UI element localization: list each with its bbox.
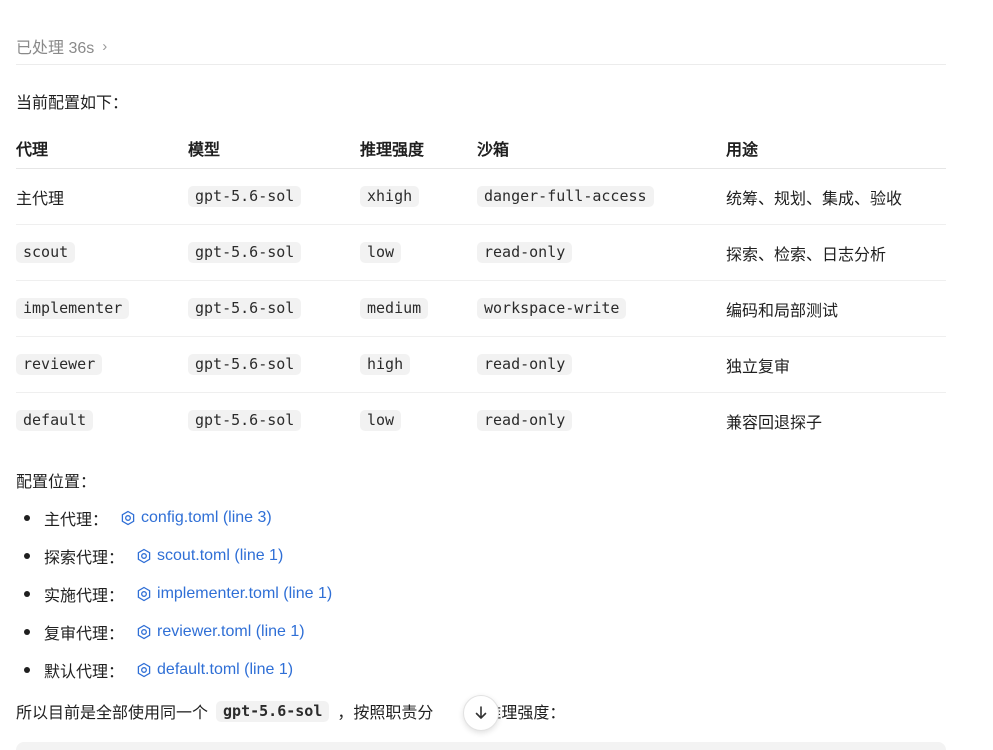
config-list: 主代理： config.toml (line 3) 探索代理： scout.to…	[16, 499, 716, 689]
summary-before: 所以目前是全部使用同一个	[16, 705, 209, 722]
usage-text: 探索、检索、日志分析	[726, 246, 887, 264]
chevron-right-icon: ›	[102, 37, 108, 55]
config-link-text: implementer.toml (line 1)	[157, 585, 333, 602]
sandbox-code: read-only	[477, 354, 573, 375]
effort-code: high	[360, 354, 411, 375]
header-usage: 用途	[726, 142, 759, 159]
bullet-icon	[24, 515, 30, 521]
usage-text: 独立复审	[726, 358, 791, 376]
gear-icon	[121, 510, 135, 526]
processed-label: 已处理 36s	[16, 40, 95, 57]
config-link-text: default.toml (line 1)	[157, 661, 294, 678]
config-heading: 配置位置：	[16, 474, 97, 491]
table-row: 主代理 gpt-5.6-sol xhigh danger-full-access…	[16, 169, 946, 225]
agent-name: 主代理	[16, 190, 65, 208]
config-label: 复审代理：	[44, 626, 125, 643]
list-item: 主代理： config.toml (line 3)	[16, 499, 716, 537]
agent-code: implementer	[16, 298, 130, 319]
effort-code: xhigh	[360, 186, 420, 207]
gear-icon	[137, 548, 151, 564]
bullet-icon	[24, 591, 30, 597]
scroll-to-bottom-button[interactable]	[463, 695, 499, 731]
gear-icon	[137, 662, 151, 678]
model-code: gpt-5.6-sol	[188, 298, 302, 319]
model-code: gpt-5.6-sol	[188, 242, 302, 263]
bullet-icon	[24, 553, 30, 559]
config-link-text: config.toml (line 3)	[141, 509, 272, 526]
list-item: 探索代理： scout.toml (line 1)	[16, 537, 716, 575]
table-row: implementer gpt-5.6-sol medium workspace…	[16, 281, 946, 337]
summary-after: ，按照职责分	[337, 705, 434, 722]
intro-text: 当前配置如下：	[16, 95, 129, 112]
agent-code: default	[16, 410, 94, 431]
config-label: 默认代理：	[44, 664, 125, 681]
config-table: 代理 模型 推理强度 沙箱 用途 主代理 gpt-5.6-sol xhigh d…	[16, 128, 946, 448]
effort-code: low	[360, 242, 402, 263]
config-link[interactable]: default.toml (line 1)	[136, 661, 293, 679]
list-item: 复审代理： reviewer.toml (line 1)	[16, 613, 716, 651]
table-row: reviewer gpt-5.6-sol high read-only 独立复审	[16, 337, 946, 393]
config-label: 探索代理：	[44, 550, 125, 567]
gear-icon	[137, 624, 151, 640]
bullet-icon	[24, 629, 30, 635]
config-label: 实施代理：	[44, 588, 125, 605]
model-code: gpt-5.6-sol	[188, 410, 302, 431]
list-item: 默认代理： default.toml (line 1)	[16, 651, 716, 689]
table-row: scout gpt-5.6-sol low read-only 探索、检索、日志…	[16, 225, 946, 281]
effort-code: low	[360, 410, 402, 431]
table-header: 代理 模型 推理强度 沙箱 用途	[16, 128, 946, 169]
header-model: 模型	[188, 142, 221, 159]
code-block-preview	[16, 742, 946, 750]
header-effort: 推理强度	[360, 142, 425, 159]
config-link-text: reviewer.toml (line 1)	[157, 623, 305, 640]
config-link[interactable]: config.toml (line 3)	[120, 509, 272, 527]
table-row: default gpt-5.6-sol low read-only 兼容回退探子	[16, 393, 946, 448]
list-item: 实施代理： implementer.toml (line 1)	[16, 575, 716, 613]
model-code: gpt-5.6-sol	[188, 186, 302, 207]
effort-code: medium	[360, 298, 429, 319]
config-link[interactable]: scout.toml (line 1)	[136, 547, 283, 565]
config-label: 主代理：	[44, 512, 109, 529]
sandbox-code: read-only	[477, 242, 573, 263]
model-code: gpt-5.6-sol	[188, 354, 302, 375]
processed-status[interactable]: 已处理 36s ›	[16, 34, 107, 58]
usage-text: 统筹、规划、集成、验收	[726, 190, 903, 208]
sandbox-code: read-only	[477, 410, 573, 431]
agent-code: reviewer	[16, 354, 103, 375]
usage-text: 兼容回退探子	[726, 414, 823, 432]
sandbox-code: workspace-write	[477, 298, 627, 319]
agent-code: scout	[16, 242, 76, 263]
config-link-text: scout.toml (line 1)	[157, 547, 284, 564]
gear-icon	[137, 586, 151, 602]
sandbox-code: danger-full-access	[477, 186, 654, 207]
bullet-icon	[24, 667, 30, 673]
arrow-down-icon	[475, 706, 487, 719]
usage-text: 编码和局部测试	[726, 302, 839, 320]
config-link[interactable]: implementer.toml (line 1)	[136, 585, 332, 603]
header-sandbox: 沙箱	[477, 142, 510, 159]
divider	[16, 64, 946, 65]
summary-model-code: gpt-5.6-sol	[216, 700, 330, 722]
header-agent: 代理	[16, 142, 49, 159]
config-link[interactable]: reviewer.toml (line 1)	[136, 623, 305, 641]
